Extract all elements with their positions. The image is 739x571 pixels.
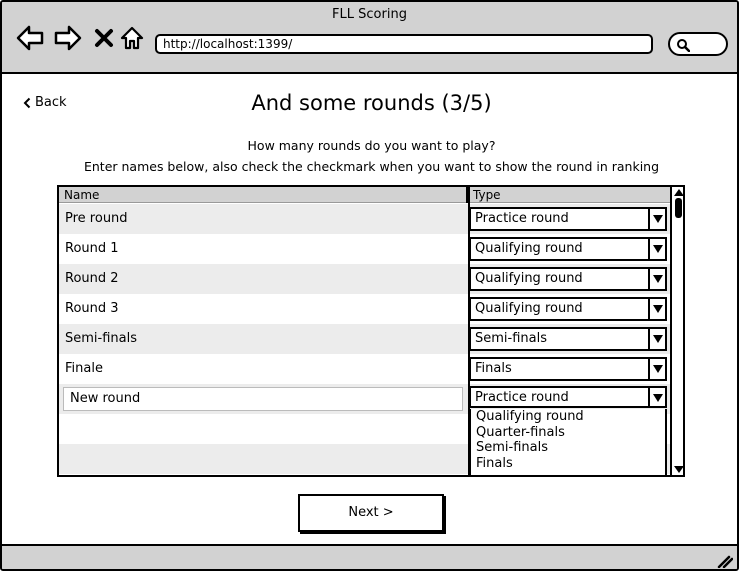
- rounds-question: How many rounds do you want to play?: [247, 138, 496, 153]
- browser-window: FLL Scoring http://localhost:1399/ Back …: [0, 0, 739, 571]
- browser-chrome: FLL Scoring http://localhost:1399/: [2, 2, 737, 74]
- round-name: Round 2: [65, 271, 119, 286]
- round-type-select[interactable]: Practice round: [469, 207, 667, 231]
- table-row[interactable]: Round 1 Qualifying round: [59, 234, 670, 264]
- home-icon[interactable]: [118, 24, 146, 52]
- next-button[interactable]: Next >: [298, 494, 444, 532]
- round-name: Pre round: [65, 211, 128, 226]
- chevron-down-icon[interactable]: [648, 388, 665, 406]
- table-scrollbar[interactable]: [670, 187, 683, 475]
- round-type-select[interactable]: Finals: [469, 357, 667, 381]
- chevron-down-icon[interactable]: [648, 359, 665, 379]
- chevron-down-icon[interactable]: [648, 269, 665, 289]
- round-type-select[interactable]: Qualifying round: [469, 237, 667, 261]
- resize-grip-icon[interactable]: [717, 554, 733, 568]
- round-name: Semi-finals: [65, 331, 137, 346]
- chevron-down-icon[interactable]: [648, 239, 665, 259]
- dropdown-option[interactable]: Semi-finals: [471, 440, 665, 456]
- chevron-down-icon[interactable]: [648, 329, 665, 349]
- search-icon: [677, 39, 690, 52]
- round-type-select[interactable]: Semi-finals: [469, 327, 667, 351]
- table-row[interactable]: Round 3 Qualifying round: [59, 294, 670, 324]
- page-title: And some rounds (3/5): [251, 91, 492, 115]
- scroll-thumb[interactable]: [675, 198, 682, 218]
- chevron-down-icon[interactable]: [648, 209, 665, 229]
- table-row[interactable]: Finale Finals: [59, 354, 670, 384]
- rounds-instructions: Enter names below, also check the checkm…: [83, 159, 660, 174]
- status-bar: [2, 544, 737, 569]
- column-header-type[interactable]: Type: [468, 187, 668, 203]
- scroll-down-arrow-icon[interactable]: [674, 466, 683, 473]
- new-round-name-input[interactable]: New round: [63, 387, 463, 411]
- dropdown-option[interactable]: Finals: [471, 456, 665, 472]
- rounds-table: Name Type Pre round Practice round Round…: [57, 185, 685, 477]
- search-box[interactable]: [668, 32, 728, 56]
- back-arrow-icon[interactable]: [16, 24, 44, 52]
- url-bar[interactable]: http://localhost:1399/: [155, 34, 653, 54]
- round-name: Finale: [65, 361, 103, 376]
- type-dropdown-list[interactable]: Qualifying round Quarter-finals Semi-fin…: [469, 409, 667, 475]
- column-header-name[interactable]: Name: [59, 187, 468, 203]
- table-row[interactable]: Pre round Practice round: [59, 204, 670, 234]
- close-x-icon[interactable]: [90, 24, 118, 52]
- round-name: Round 1: [65, 241, 119, 256]
- window-title: FLL Scoring: [332, 7, 407, 22]
- dropdown-option[interactable]: Quarter-finals: [471, 425, 665, 441]
- forward-arrow-icon[interactable]: [54, 24, 82, 52]
- round-name: Round 3: [65, 301, 119, 316]
- table-row[interactable]: Round 2 Qualifying round: [59, 264, 670, 294]
- scroll-up-arrow-icon[interactable]: [674, 189, 683, 196]
- chevron-down-icon[interactable]: [648, 299, 665, 319]
- new-round-type-select[interactable]: Practice round: [469, 386, 667, 408]
- dropdown-option[interactable]: Qualifying round: [471, 409, 665, 425]
- round-type-select[interactable]: Qualifying round: [469, 297, 667, 321]
- table-header: Name Type: [59, 187, 683, 203]
- table-row[interactable]: Semi-finals Semi-finals: [59, 324, 670, 354]
- round-type-select[interactable]: Qualifying round: [469, 267, 667, 291]
